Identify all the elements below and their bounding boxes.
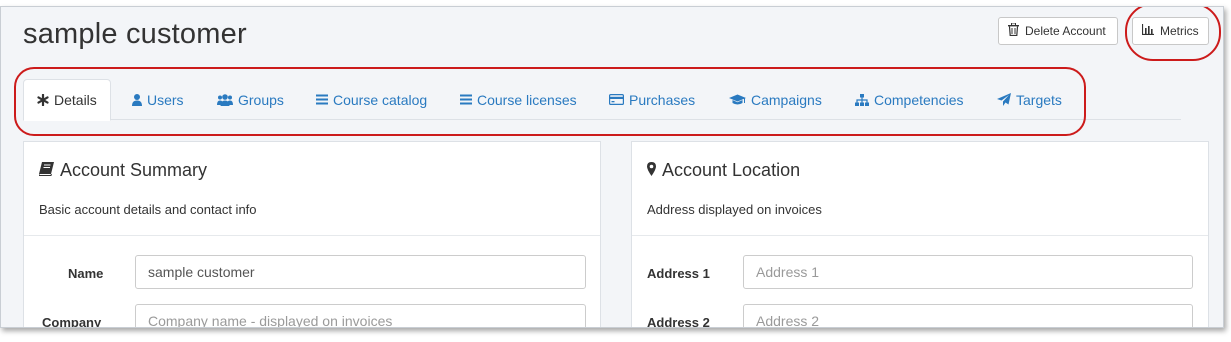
delete-account-label: Delete Account [1025,24,1106,38]
book-icon [38,160,54,181]
tab-label: Competencies [874,91,964,108]
tab-purchases[interactable]: Purchases [609,79,695,120]
tab-label: Campaigns [751,91,822,108]
company-label: Company [42,315,102,328]
user-icon [132,93,142,106]
metrics-label: Metrics [1160,24,1199,38]
tab-label: Groups [238,91,284,108]
graduation-cap-icon [729,94,746,106]
account-summary-panel: Account Summary Basic account details an… [23,141,601,328]
tab-label: Users [147,91,184,108]
account-summary-title-text: Account Summary [60,160,208,180]
list-icon [316,94,328,105]
tab-details[interactable]: Details [23,79,111,121]
tab-label: Purchases [629,91,696,108]
account-location-header: Account Location Address displayed on in… [632,142,1208,236]
company-input[interactable] [135,304,586,327]
tab-targets[interactable]: Targets [997,79,1062,120]
tab-groups[interactable]: Groups [217,79,284,120]
address-1-label: Address 1 [647,266,710,281]
account-location-panel: Account Location Address displayed on in… [631,141,1209,328]
name-label: Name [68,266,104,281]
list-icon [460,94,472,105]
map-marker-icon [647,160,656,181]
trash-icon [1008,22,1019,39]
users-icon [217,93,233,106]
account-page: sample customer Delete Account Metrics D… [0,6,1224,328]
tab-label: Details [54,92,97,108]
tab-label: Targets [1016,91,1062,108]
tab-campaigns[interactable]: Campaigns [729,79,822,120]
credit-card-icon [609,94,624,105]
tab-course-catalog[interactable]: Course catalog [316,79,427,120]
account-location-title: Account Location [647,160,800,181]
paper-plane-icon [997,93,1011,106]
account-location-title-text: Account Location [662,160,801,180]
tab-competencies[interactable]: Competencies [855,79,964,120]
tab-bar: Details Users Groups Course catalog Cour… [23,79,1181,121]
bar-chart-icon [1141,24,1154,38]
sitemap-icon [855,93,869,106]
tab-label: Course licenses [477,91,577,108]
tab-course-licenses[interactable]: Course licenses [460,79,577,120]
account-location-subtitle: Address displayed on invoices [647,202,822,217]
address-2-input[interactable] [743,304,1193,327]
account-summary-header: Account Summary Basic account details an… [24,142,600,236]
tab-users[interactable]: Users [132,79,184,120]
asterisk-icon [37,94,49,106]
account-summary-title: Account Summary [38,160,208,181]
address-2-label: Address 2 [647,315,710,328]
address-1-input[interactable] [743,255,1193,289]
delete-account-button[interactable]: Delete Account [998,17,1118,45]
tab-label: Course catalog [333,91,428,108]
metrics-button[interactable]: Metrics [1132,17,1209,45]
account-summary-subtitle: Basic account details and contact info [39,202,257,217]
page-title: sample customer [23,18,247,50]
name-input[interactable] [135,255,586,289]
